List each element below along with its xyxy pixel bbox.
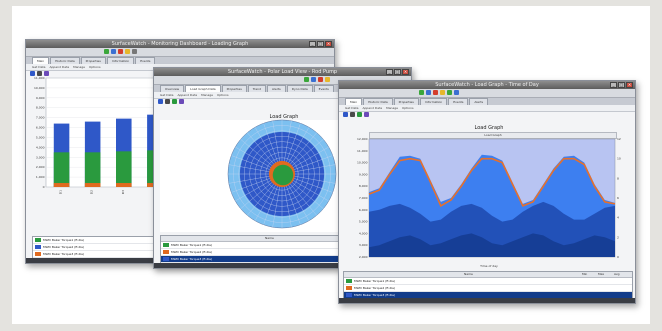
legend-header-name: Name [265, 236, 274, 240]
x-axis-label: Time of day [480, 264, 498, 268]
legend-label: MWD Baker Torque3 (ft-lbs) [171, 257, 213, 261]
area-chart: 12,000 11,000 10,000 9,000 8,000 7,000 6,000 5,… [357, 137, 621, 259]
legend: Name Min Max Avg MWD Baker Torque1 (ft-l… [343, 271, 633, 300]
y-tick-label: 8,000 [36, 106, 45, 110]
legend-swatch [163, 243, 169, 247]
bar [53, 152, 70, 187]
y-tick-label: 4,000 [359, 231, 368, 235]
y-tick-label-right: 10 [617, 157, 621, 161]
legend-row[interactable]: MWD Baker Torque3 (ft-lbs) [33, 251, 163, 258]
y-tick-label: 3,000 [359, 243, 368, 247]
y-tick-label: 9,000 [36, 96, 45, 100]
y-tick-label: 10,000 [357, 161, 368, 165]
x-tick-label: D2 [90, 190, 94, 194]
legend-swatch [35, 238, 41, 242]
legend-swatch [346, 279, 352, 283]
legend-swatch [163, 257, 169, 261]
y-tick-label: 9,000 [359, 172, 368, 176]
legend-label: MWD Baker Torque2 (ft-lbs) [171, 250, 213, 254]
y-tick-label: 1,000 [36, 175, 45, 179]
window-area-chart[interactable]: SurfaceWatch - Load Graph - Time of Day … [338, 80, 636, 304]
y-tick-label: 11,000 [357, 149, 368, 153]
legend-row[interactable]: MWD Baker Torque1 (ft-lbs) [344, 278, 632, 285]
y-tick-label: 2,000 [359, 255, 368, 259]
bar [116, 151, 132, 187]
legend-label: MWD Baker Torque1 (ft-lbs) [354, 279, 396, 283]
legend-label: MWD Baker Torque1 (ft-lbs) [43, 238, 85, 242]
legend-swatch [35, 252, 41, 256]
legend-swatch [163, 250, 169, 254]
legend-label: MWD Baker Torque3 (ft-lbs) [43, 252, 85, 256]
bar [116, 183, 132, 187]
y-tick-label: 2,000 [36, 165, 45, 169]
y-tick-label-right: 8 [617, 176, 619, 180]
y-tick-label: 8,000 [359, 184, 368, 188]
y-tick-label-right: 4 [617, 216, 619, 220]
legend-header-name: Name [464, 272, 473, 276]
legend-row[interactable]: MWD Baker Torque1 (ft-lbs) [33, 237, 163, 244]
y-tick-label-right: 0 [617, 255, 619, 259]
legend-col-max: Max [598, 272, 605, 276]
y-tick-label: 10,000 [34, 86, 45, 90]
bar [53, 183, 70, 187]
y-tick-label: 6,000 [359, 208, 368, 212]
y-tick-label: 0 [43, 185, 45, 189]
bar [84, 152, 101, 187]
legend-swatch [346, 293, 352, 297]
legend-swatch [35, 245, 41, 249]
y-tick-label-right: 12 [617, 137, 621, 141]
y-tick-label: 3,000 [36, 155, 45, 159]
y-tick-label-right: 6 [617, 196, 619, 200]
legend-swatch [346, 286, 352, 290]
legend-col-avg: Avg [614, 272, 620, 276]
legend-label: MWD Baker Torque2 (ft-lbs) [43, 245, 85, 249]
x-tick-label: D1 [59, 190, 63, 194]
y-tick-label: 4,000 [36, 145, 45, 149]
pie-slice [272, 164, 294, 186]
y-tick-label: 12,000 [357, 137, 368, 141]
y-tick-label-right: 2 [617, 235, 619, 239]
legend: MWD Baker Torque1 (ft-lbs) MWD Baker Tor… [32, 236, 164, 259]
bar [84, 183, 101, 187]
y-tick-label: 6,000 [36, 126, 45, 130]
legend-label: MWD Baker Torque1 (ft-lbs) [171, 243, 213, 247]
y-tick-label: 5,000 [359, 220, 368, 224]
y-tick-label: 11,000 [34, 76, 45, 80]
x-tick-label: D3 [121, 190, 125, 194]
y-tick-label: 5,000 [36, 135, 45, 139]
legend-row[interactable]: MWD Baker Torque2 (ft-lbs) [33, 244, 163, 251]
legend-label: MWD Baker Torque3 (ft-lbs) [354, 293, 396, 297]
status-bar [339, 298, 635, 303]
legend-col-min: Min [582, 272, 588, 276]
y-tick-label: 7,000 [36, 116, 45, 120]
legend-row[interactable]: MWD Baker Torque2 (ft-lbs) [344, 285, 632, 292]
y-tick-label: 7,000 [359, 196, 368, 200]
legend-label: MWD Baker Torque2 (ft-lbs) [354, 286, 396, 290]
